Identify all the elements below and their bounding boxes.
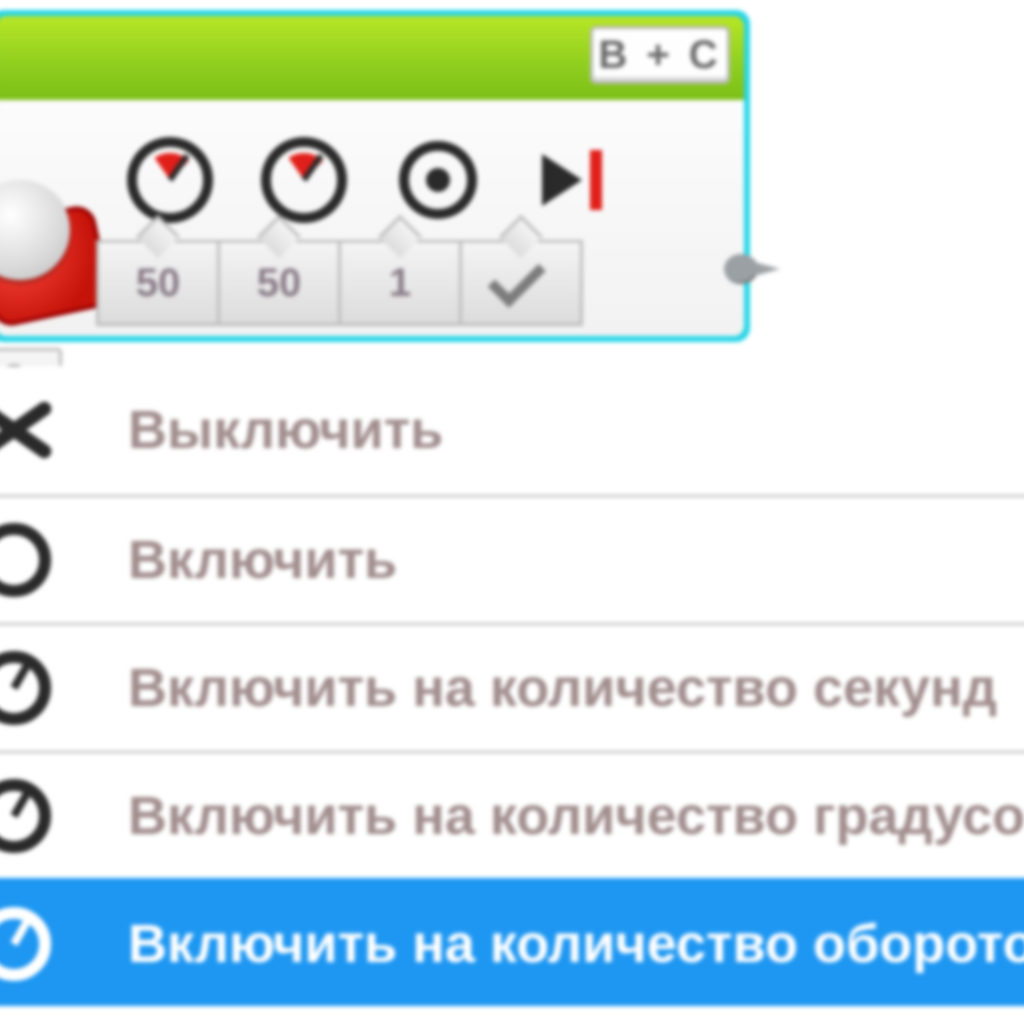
menu-item-rotations[interactable]: Включить на количество оборотов xyxy=(0,878,1024,1006)
menu-item-seconds[interactable]: Включить на количество секунд xyxy=(0,622,1024,750)
power-left-icon xyxy=(120,130,220,230)
menu-item-label: Включить на количество оборотов xyxy=(128,913,1024,975)
port-selector[interactable]: B + C xyxy=(590,26,730,84)
menu-item-label: Включить на количество секунд xyxy=(128,657,997,719)
power-left-input[interactable]: 50 xyxy=(96,240,220,326)
degrees-icon xyxy=(0,779,51,853)
menu-item-off[interactable]: Выключить xyxy=(0,366,1024,494)
power-right-input[interactable]: 50 xyxy=(217,240,341,326)
menu-item-label: Включить на количество градусов xyxy=(128,785,1024,847)
brake-toggle[interactable] xyxy=(459,240,583,326)
rotations-input[interactable]: 1 xyxy=(338,240,462,326)
mode-dropdown-menu: Выключить Включить Включить на количеств… xyxy=(0,366,1024,1006)
check-icon xyxy=(488,250,546,308)
block-body: 50 50 1 xyxy=(0,100,744,336)
menu-item-label: Включить xyxy=(128,529,397,591)
on-icon xyxy=(0,523,51,597)
power-right-icon xyxy=(254,130,354,230)
data-plug-icon[interactable] xyxy=(724,250,788,288)
rotations-icon xyxy=(0,907,51,981)
menu-item-on[interactable]: Включить xyxy=(0,494,1024,622)
block-header: B + C xyxy=(0,16,744,100)
off-icon xyxy=(0,392,52,468)
menu-item-degrees[interactable]: Включить на количество градусов xyxy=(0,750,1024,878)
menu-item-label: Выключить xyxy=(128,399,443,461)
brake-end-icon xyxy=(522,130,622,230)
rotations-icon xyxy=(388,130,488,230)
move-tank-block[interactable]: B + C 50 xyxy=(0,10,750,342)
seconds-icon xyxy=(0,651,51,725)
